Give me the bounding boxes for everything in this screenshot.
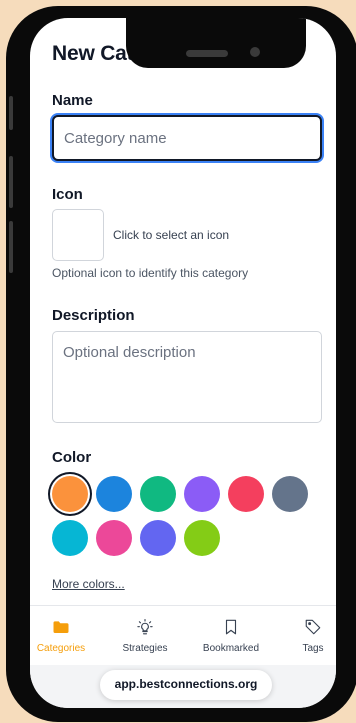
color-swatch[interactable] [52, 476, 88, 512]
color-swatch[interactable] [96, 520, 132, 556]
tab-tags[interactable]: Tags [290, 606, 336, 666]
tab-label: Strategies [122, 643, 168, 654]
speaker [186, 50, 228, 57]
icon-picker-hint: Click to select an icon [113, 228, 230, 242]
new-category-form: New Category Name Icon Click to select a… [30, 18, 336, 618]
tab-bookmarked[interactable]: Bookmarked [193, 606, 269, 666]
phone-screen: New Category Name Icon Click to select a… [30, 18, 336, 708]
color-swatch[interactable] [52, 520, 88, 556]
volume-down-button [9, 221, 13, 273]
url-text: app.bestconnections.org [114, 677, 258, 691]
browser-address-bar[interactable]: app.bestconnections.org [100, 670, 272, 700]
mute-switch [9, 96, 13, 130]
tab-strategies[interactable]: Strategies [110, 606, 180, 666]
icon-picker-button[interactable] [52, 209, 104, 261]
icon-label: Icon [52, 186, 83, 203]
description-textarea[interactable] [52, 331, 322, 423]
color-swatch[interactable] [140, 476, 176, 512]
front-camera [250, 47, 260, 57]
tab-label: Tags [302, 643, 324, 654]
lightbulb-icon [137, 618, 153, 635]
color-swatch[interactable] [228, 476, 264, 512]
tab-label: Bookmarked [202, 643, 260, 654]
color-swatch[interactable] [96, 476, 132, 512]
tag-icon [305, 619, 321, 635]
color-swatch[interactable] [272, 476, 308, 512]
tab-categories[interactable]: Categories [30, 606, 92, 666]
color-label: Color [52, 449, 92, 466]
folder-icon [53, 621, 69, 633]
bookmark-icon [225, 619, 237, 635]
bottom-tab-bar: Categories Strategies Bookmarked Tags [30, 605, 336, 666]
category-name-input[interactable] [52, 115, 322, 161]
notch [126, 18, 306, 68]
more-colors-link[interactable]: More colors... [52, 577, 125, 591]
color-swatch[interactable] [184, 520, 220, 556]
tab-label: Categories [36, 643, 86, 654]
icon-help-text: Optional icon to identify this category [52, 266, 249, 280]
description-label: Description [52, 307, 135, 324]
color-swatch[interactable] [184, 476, 220, 512]
color-swatch[interactable] [140, 520, 176, 556]
name-label: Name [52, 92, 93, 109]
volume-up-button [9, 156, 13, 208]
